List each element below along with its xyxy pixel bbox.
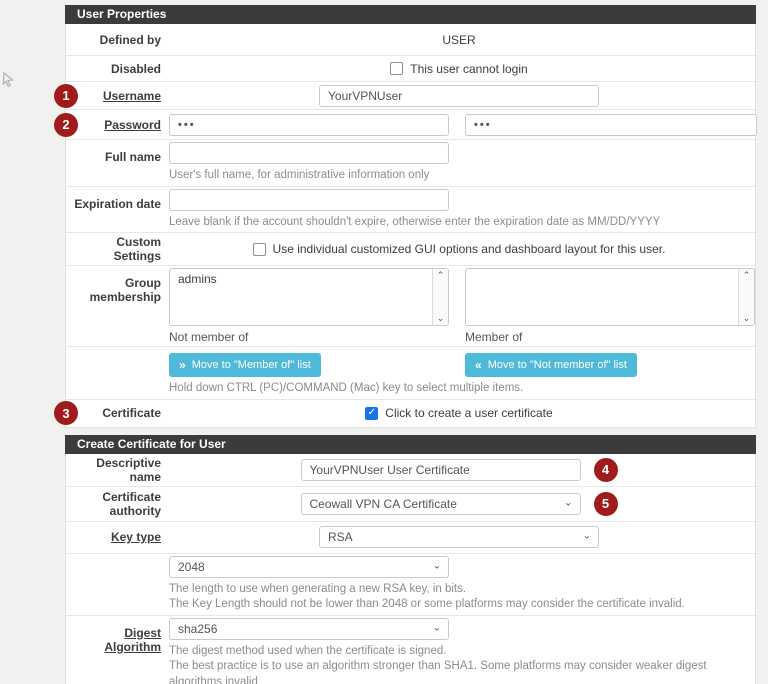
expiration-date-hint: Leave blank if the account shouldn't exp… (169, 215, 749, 231)
disabled-label: Disabled (66, 62, 161, 76)
full-name-hint: User's full name, for administrative inf… (169, 168, 749, 184)
chevron-down-icon: ⌄ (433, 560, 441, 571)
row-defined-by: Defined by USER (66, 24, 755, 56)
double-arrow-left-icon: « (475, 358, 482, 372)
scroll-up-icon[interactable]: ⌃ (437, 271, 445, 280)
disabled-checkbox[interactable] (390, 62, 403, 75)
double-arrow-right-icon: » (179, 358, 186, 372)
move-to-not-member-button[interactable]: « Move to "Not member of" list (465, 353, 637, 377)
annotation-badge-2: 2 (54, 113, 78, 137)
password-input[interactable] (169, 114, 449, 136)
not-member-of-list[interactable]: admins ⌃ ⌄ (169, 268, 449, 326)
row-disabled: Disabled This user cannot login (66, 56, 755, 82)
annotation-badge-4: 4 (594, 458, 618, 482)
row-full-name: Full name User's full name, for administ… (66, 140, 755, 187)
scrollbar[interactable]: ⌃ ⌄ (738, 269, 754, 325)
row-certificate: 3 Certificate ✓ Click to create a user c… (66, 400, 755, 427)
custom-settings-label: Custom Settings (66, 235, 161, 263)
defined-by-value: USER (442, 33, 475, 47)
scrollbar[interactable]: ⌃ ⌄ (432, 269, 448, 325)
not-member-of-caption: Not member of (169, 330, 465, 344)
checkmark-icon: ✓ (368, 408, 376, 418)
annotation-badge-1: 1 (54, 84, 78, 108)
digest-algorithm-select[interactable]: sha256 ⌄ (169, 618, 449, 640)
disabled-checkbox-label: This user cannot login (410, 62, 527, 76)
annotation-badge-5: 5 (594, 492, 618, 516)
password-label: Password (104, 118, 161, 132)
username-label: Username (103, 89, 161, 103)
create-certificate-panel: Descriptive name 4 Certificate authority… (65, 454, 756, 684)
scroll-down-icon[interactable]: ⌄ (743, 314, 751, 323)
chevron-down-icon: ⌄ (583, 531, 591, 542)
row-password: 2 Password (66, 110, 755, 140)
row-move-buttons: » Move to "Member of" list « Move to "No… (66, 347, 755, 400)
password-confirm-input[interactable] (465, 114, 757, 136)
descriptive-name-input[interactable] (301, 459, 581, 481)
expiration-date-input[interactable] (169, 189, 449, 211)
custom-settings-checkbox-label: Use individual customized GUI options an… (273, 242, 666, 256)
certificate-authority-label: Certificate authority (66, 490, 161, 518)
key-type-select[interactable]: RSA ⌄ (319, 526, 599, 548)
member-of-caption: Member of (465, 330, 522, 344)
row-digest-algorithm: Digest Algorithm sha256 ⌄ The digest met… (66, 616, 755, 684)
user-properties-header: User Properties (65, 5, 756, 24)
member-of-list[interactable]: ⌃ ⌄ (465, 268, 755, 326)
user-properties-panel: Defined by USER Disabled This user canno… (65, 24, 756, 428)
custom-settings-checkbox[interactable] (253, 243, 266, 256)
scroll-up-icon[interactable]: ⌃ (743, 271, 751, 280)
certificate-label: Certificate (66, 406, 161, 420)
digest-algorithm-hint: The digest method used when the certific… (169, 644, 749, 684)
row-expiration-date: Expiration date Leave blank if the accou… (66, 187, 755, 234)
key-length-select[interactable]: 2048 ⌄ (169, 556, 449, 578)
page: User Properties Defined by USER Disabled… (0, 0, 768, 684)
key-length-hint: The length to use when generating a new … (169, 582, 749, 613)
row-username: 1 Username (66, 82, 755, 110)
group-membership-label: Group membership (66, 268, 161, 344)
certificate-authority-select[interactable]: Ceowall VPN CA Certificate ⌄ (301, 493, 581, 515)
list-item[interactable]: admins (170, 269, 448, 289)
row-group-membership: Group membership admins ⌃ ⌄ ⌃ ⌄ (66, 266, 755, 347)
username-input[interactable] (319, 85, 599, 107)
descriptive-name-label: Descriptive name (66, 456, 161, 484)
move-to-member-button[interactable]: » Move to "Member of" list (169, 353, 321, 377)
chevron-down-icon: ⌄ (433, 622, 441, 633)
full-name-input[interactable] (169, 142, 449, 164)
group-membership-hint: Hold down CTRL (PC)/COMMAND (Mac) key to… (169, 381, 749, 397)
create-certificate-header: Create Certificate for User (65, 435, 756, 454)
expiration-date-label: Expiration date (66, 189, 161, 231)
certificate-checkbox[interactable]: ✓ (365, 407, 378, 420)
row-descriptive-name: Descriptive name 4 (66, 454, 755, 487)
chevron-down-icon: ⌄ (564, 497, 572, 508)
annotation-badge-3: 3 (54, 401, 78, 425)
row-key-length: 2048 ⌄ The length to use when generating… (66, 554, 755, 616)
scroll-down-icon[interactable]: ⌄ (437, 314, 445, 323)
mouse-cursor-icon (2, 72, 15, 92)
certificate-checkbox-label: Click to create a user certificate (385, 406, 552, 420)
row-key-type: Key type RSA ⌄ (66, 522, 755, 554)
digest-algorithm-label: Digest Algorithm (104, 626, 161, 654)
key-type-label: Key type (111, 530, 161, 544)
full-name-label: Full name (66, 142, 161, 184)
row-certificate-authority: Certificate authority Ceowall VPN CA Cer… (66, 487, 755, 522)
defined-by-label: Defined by (66, 33, 161, 47)
row-custom-settings: Custom Settings Use individual customize… (66, 233, 755, 266)
